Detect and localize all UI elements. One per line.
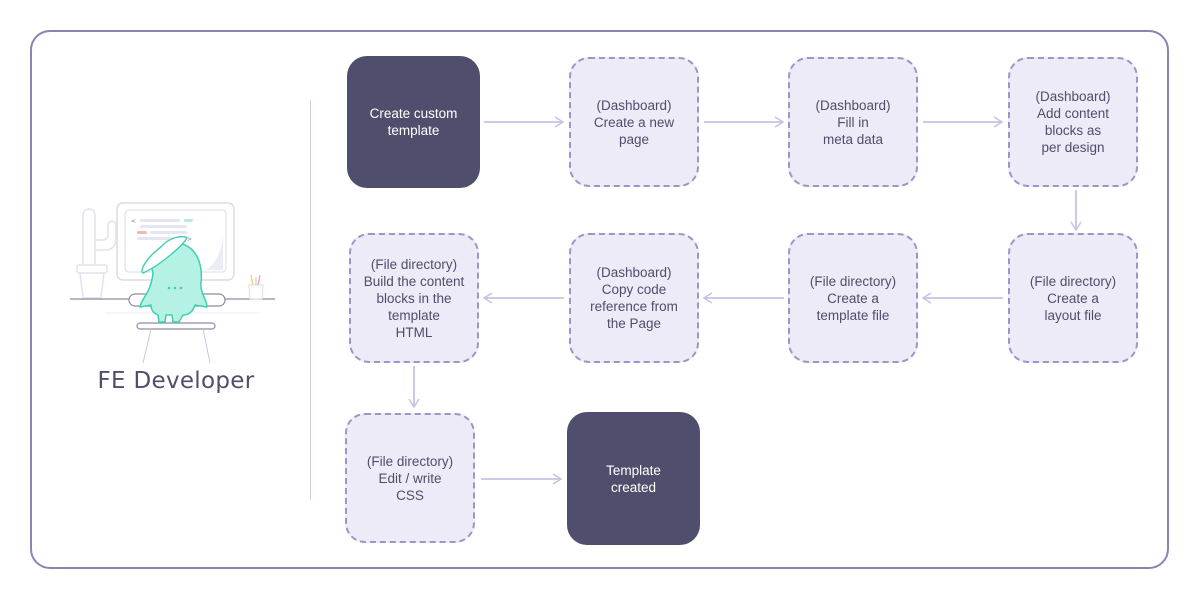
node-text: (File directory) Create a layout file [1029, 273, 1117, 323]
flow-node-create-layout-file: (File directory) Create a layout file [1008, 233, 1138, 363]
flow-node-create-custom-template: Create custom template [347, 56, 480, 188]
node-text: (Dashboard) Add content blocks as per de… [1035, 89, 1111, 155]
node-text: (File directory) Create a template file [809, 273, 897, 323]
flow-node-create-new-page: (Dashboard) Create a new page [569, 57, 699, 187]
flow-node-create-template-file: (File directory) Create a template file [788, 233, 918, 363]
node-text: (File directory) Edit / write CSS [366, 453, 454, 503]
node-text: Template created [606, 462, 661, 495]
flow-node-build-content-blocks: (File directory) Build the content block… [349, 233, 479, 363]
flow-node-edit-css: (File directory) Edit / write CSS [345, 413, 475, 543]
node-text: (File directory) Build the content block… [363, 256, 465, 340]
node-text: (Dashboard) Copy code reference from the… [590, 265, 678, 331]
flow-node-add-content-blocks: (Dashboard) Add content blocks as per de… [1008, 57, 1138, 187]
flow-node-fill-meta-data: (Dashboard) Fill in meta data [788, 57, 918, 187]
node-text: (Dashboard) Fill in meta data [815, 97, 891, 147]
node-text: Create custom template [369, 106, 458, 138]
node-text: (Dashboard) Create a new page [593, 97, 675, 147]
flow-node-template-created: Template created [567, 412, 700, 545]
flow-node-copy-code-reference: (Dashboard) Copy code reference from the… [569, 233, 699, 363]
